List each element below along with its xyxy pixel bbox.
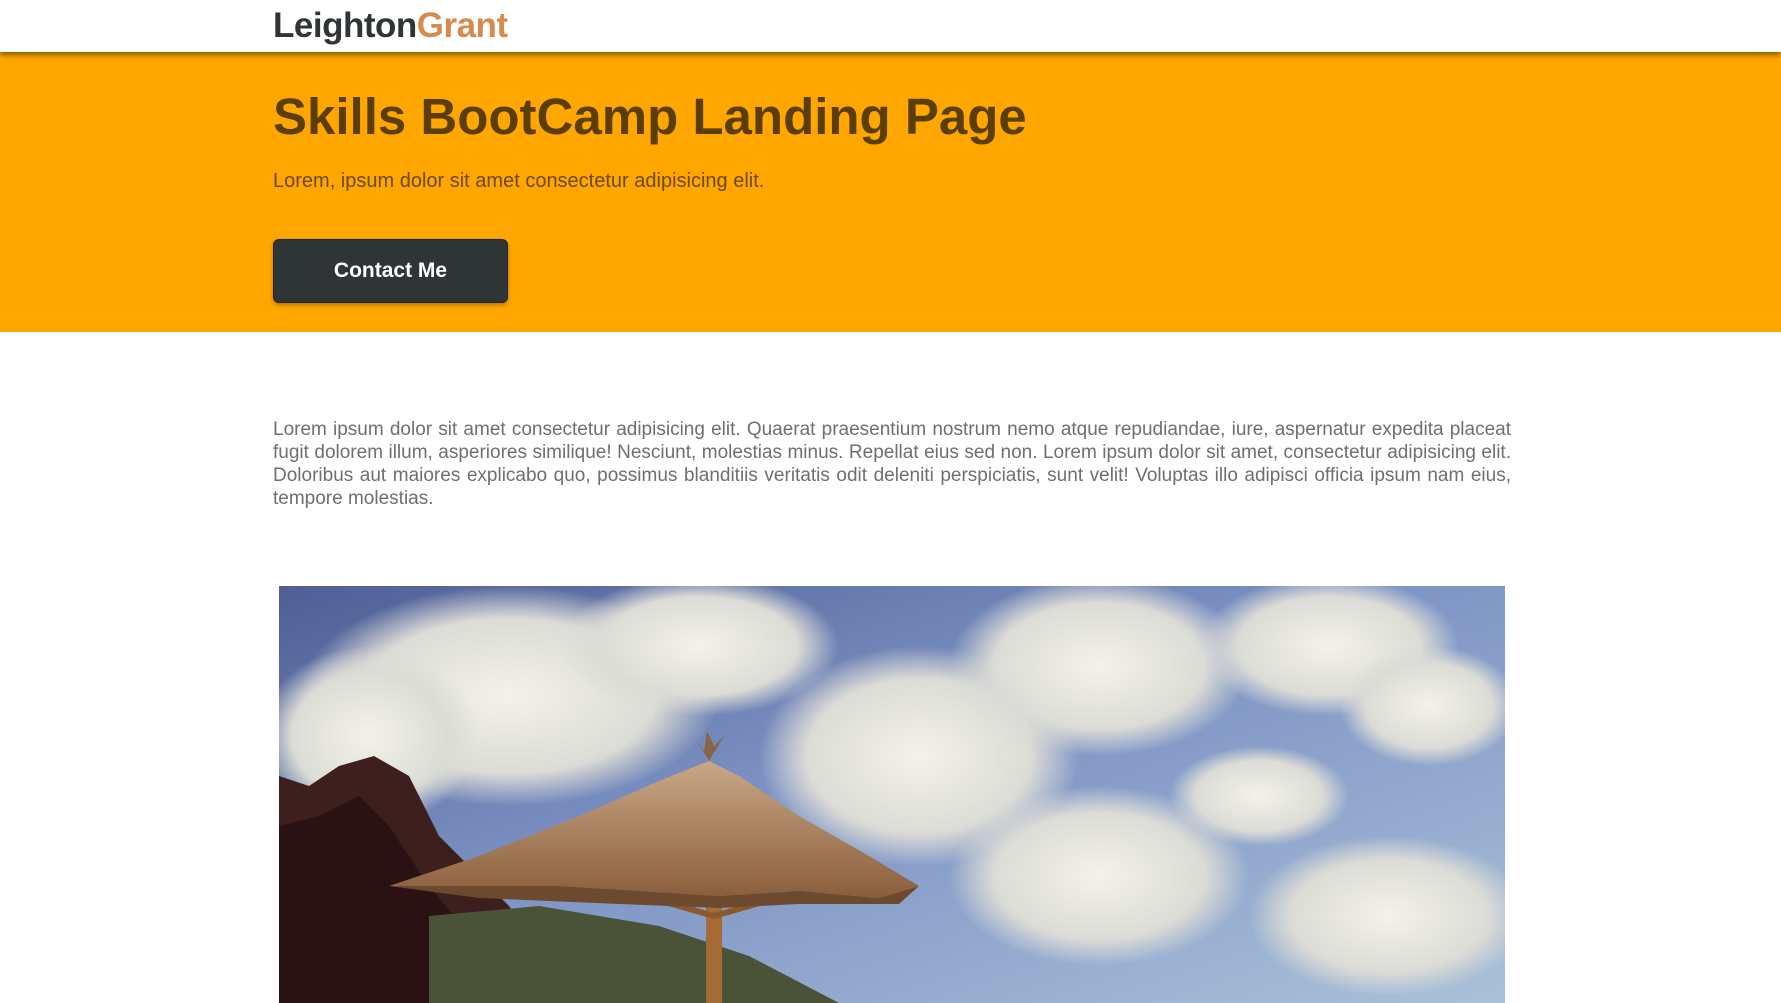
intro-paragraph: Lorem ipsum dolor sit amet consectetur a… — [273, 419, 1511, 509]
brand-logo-link[interactable]: LeightonGrant — [273, 4, 508, 48]
hero-section: Skills BootCamp Landing Page Lorem, ipsu… — [0, 52, 1781, 332]
navbar: LeightonGrant — [0, 0, 1781, 52]
beach-umbrella-photo — [279, 586, 1505, 1003]
contact-me-button[interactable]: Contact Me — [273, 239, 508, 303]
brand-last-name: Grant — [416, 6, 508, 45]
beach-umbrella-illustration — [279, 586, 1505, 1003]
hero-title: Skills BootCamp Landing Page — [273, 88, 1027, 145]
brand-first-name: Leighton — [273, 6, 417, 45]
hero-subtitle: Lorem, ipsum dolor sit amet consectetur … — [273, 170, 765, 192]
